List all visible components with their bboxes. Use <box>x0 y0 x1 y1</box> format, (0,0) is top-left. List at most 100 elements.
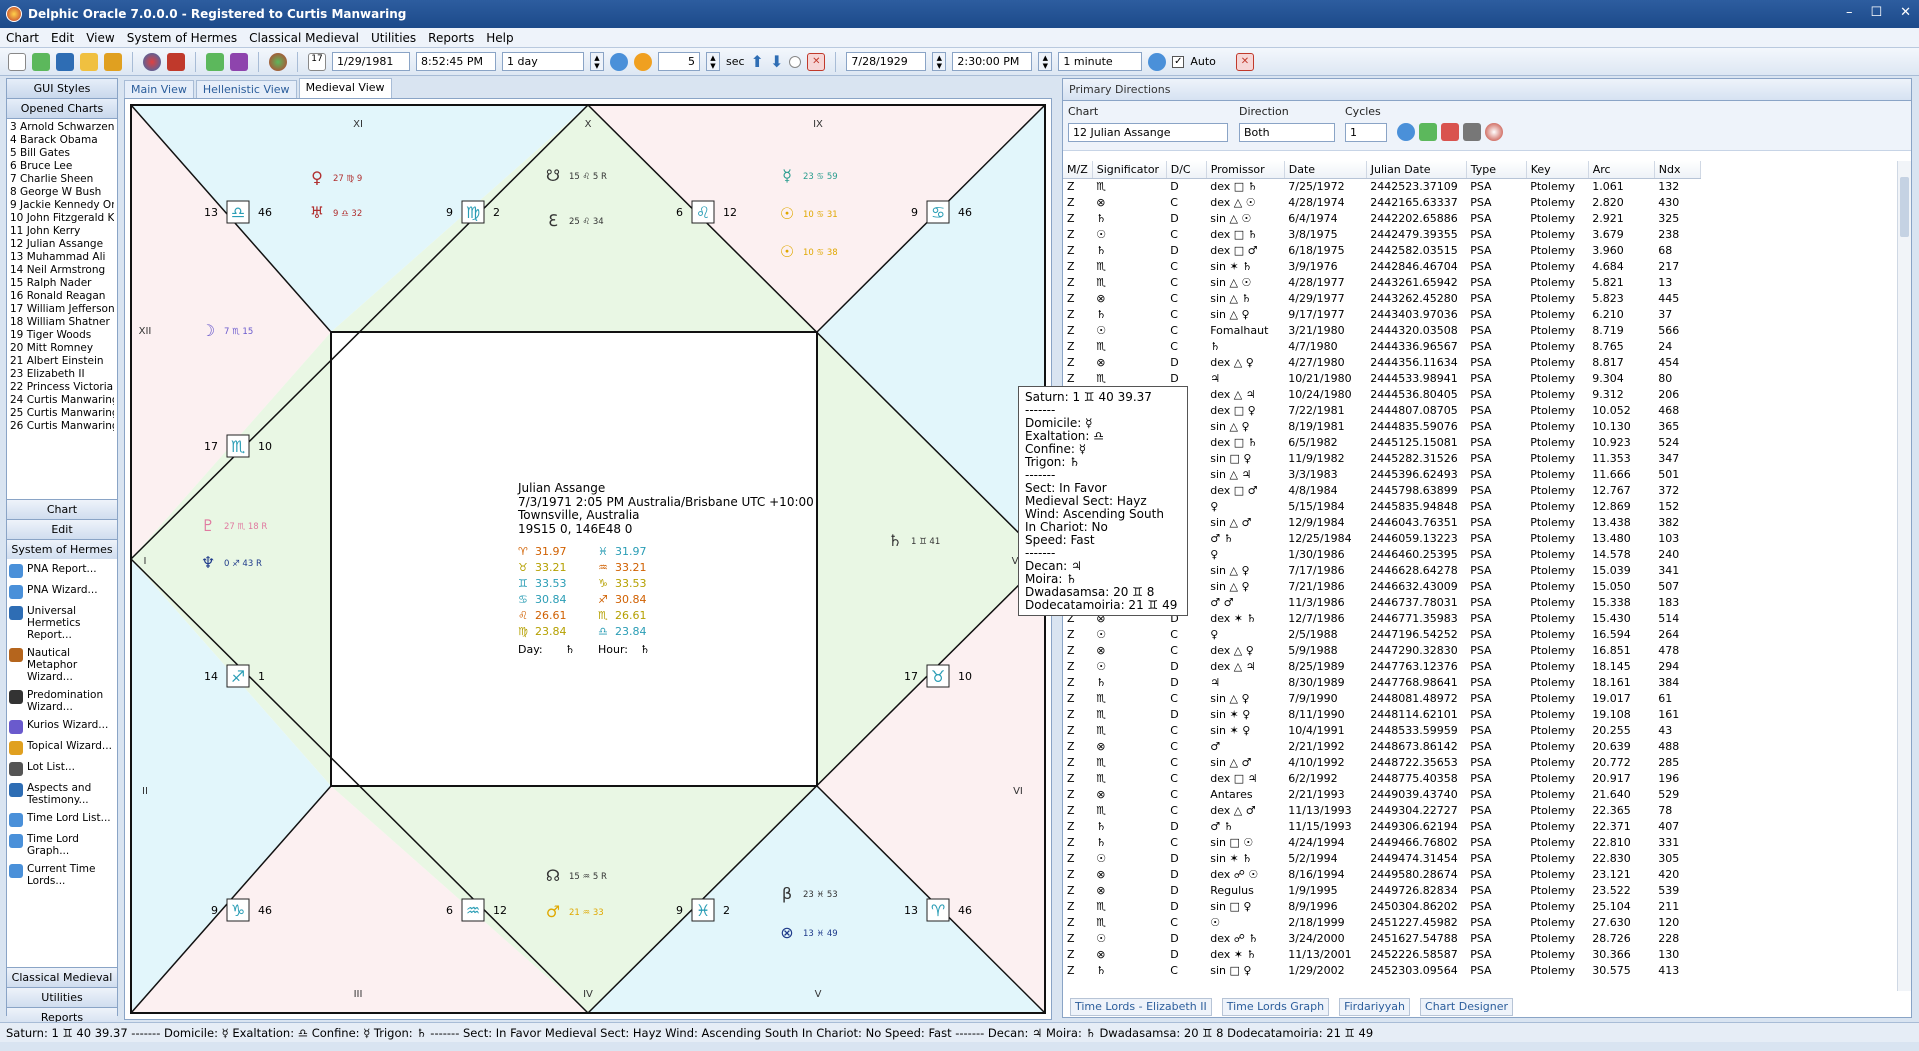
stop-icon[interactable] <box>789 55 802 68</box>
table-row[interactable]: Z ⊗ Ddex △ ♀ 4/27/1980 2444356.11634 PSA Ptole… <box>1063 354 1700 370</box>
column-header[interactable]: Date <box>1284 161 1367 179</box>
nav-utilities[interactable]: Utilities <box>7 987 117 1007</box>
chart-list-item[interactable]: 16 Ronald Reagan <box>10 290 114 303</box>
cycles-input[interactable]: 1 <box>1345 123 1387 142</box>
tab-firdariyyah[interactable]: Firdariyyah <box>1339 998 1411 1016</box>
check-icon[interactable] <box>206 52 224 71</box>
hermes-tool-item[interactable]: Time Lord Graph... <box>9 833 115 857</box>
chart-list-item[interactable]: 3 Arnold Schwarzeneg <box>10 121 114 134</box>
menu-system-of-hermes[interactable]: System of Hermes <box>127 31 237 45</box>
nav-system-of-hermes[interactable]: System of Hermes <box>7 539 117 559</box>
tab-chart-designer[interactable]: Chart Designer <box>1420 998 1514 1016</box>
arrow-up-icon[interactable]: ⬆ <box>751 52 764 71</box>
table-row[interactable]: Z ⊗ Cdex △ ♀ 5/9/1988 2447290.32830 PSA Ptolem… <box>1063 642 1700 658</box>
calendar-icon[interactable] <box>167 52 185 71</box>
direction-select[interactable]: Both <box>1239 123 1335 142</box>
time-spinner-2[interactable]: ▲ ▼ <box>1038 52 1053 71</box>
table-row[interactable]: Z ♄ Ddex □ ♂ 6/18/1975 2442582.03515 PSA Ptole… <box>1063 242 1700 258</box>
hermes-tool-item[interactable]: PNA Report... <box>9 563 115 578</box>
chart-list-item[interactable]: 22 Princess Victoria <box>10 381 114 394</box>
chart-list-item[interactable]: 11 John Kerry <box>10 225 114 238</box>
chart-list-item[interactable]: 15 Ralph Nader <box>10 277 114 290</box>
hermes-tool-item[interactable]: Time Lord List... <box>9 812 115 827</box>
table-row[interactable]: Z ♄ Csin □ ♀ 1/29/2002 2452303.09564 PSA Ptole… <box>1063 962 1700 978</box>
table-row[interactable]: Z ♏ Cdex △ ♂ 11/13/1993 2449304.22727 PSA Ptol… <box>1063 802 1700 818</box>
chart-list-item[interactable]: 4 Barack Obama <box>10 134 114 147</box>
table-row[interactable]: Z ♏ Csin ✶ ♀ 10/4/1991 2448533.59959 PSA Ptole… <box>1063 722 1700 738</box>
chart-list-item[interactable]: 21 Albert Einstein <box>10 355 114 368</box>
tab-time-lords-graph[interactable]: Time Lords Graph <box>1221 998 1330 1016</box>
table-row[interactable]: Z ⊗ C ♂ 2/21/1992 2448673.86142 PSA Ptolemy 20.6… <box>1063 738 1700 754</box>
refresh-icon[interactable] <box>1397 123 1415 141</box>
refresh-icon[interactable] <box>610 52 628 71</box>
tab-medieval-view[interactable]: Medieval View <box>298 78 392 98</box>
minimize-icon[interactable]: – <box>1846 5 1853 20</box>
hermes-tool-item[interactable]: Kurios Wizard... <box>9 719 115 734</box>
chart-wheel-icon[interactable] <box>143 52 161 71</box>
hermes-tool-item[interactable]: Topical Wizard... <box>9 740 115 755</box>
table-row[interactable]: Z ♏ Csin △ ♂ 4/10/1992 2448722.35653 PSA Ptole… <box>1063 754 1700 770</box>
column-header[interactable]: Promissor <box>1206 161 1285 179</box>
tab-main-view[interactable]: Main View <box>124 80 194 98</box>
menu-chart[interactable]: Chart <box>6 31 39 45</box>
gui-styles-header[interactable]: GUI Styles <box>7 79 117 99</box>
table-row[interactable]: Z ♏ Dsin ✶ ♀ 8/11/1990 2448114.62101 PSA Ptole… <box>1063 706 1700 722</box>
chart-list-item[interactable]: 20 Mitt Romney <box>10 342 114 355</box>
column-header[interactable]: Julian Date <box>1366 161 1467 179</box>
hermes-tool-item[interactable]: Aspects and Testimony... <box>9 782 115 806</box>
chart-list-item[interactable]: 8 George W Bush <box>10 186 114 199</box>
chart-select[interactable]: 12 Julian Assange <box>1068 123 1228 142</box>
nav-chart[interactable]: Chart <box>7 499 117 519</box>
table-row[interactable]: Z ⊗ Csin △ ♄ 4/29/1977 2443262.45280 PSA Ptole… <box>1063 290 1700 306</box>
menu-utilities[interactable]: Utilities <box>371 31 416 45</box>
step-select-1[interactable]: 1 day <box>502 52 584 71</box>
scroll-thumb[interactable] <box>1900 177 1909 237</box>
chart-list-item[interactable]: 24 Curtis Manwaring <box>10 394 114 407</box>
date-input-2[interactable]: 7/28/1929 <box>846 52 927 71</box>
tab-hellenistic-view[interactable]: Hellenistic View <box>195 80 297 98</box>
table-row[interactable]: Z ⊗ Ddex ✶ ♄ 11/13/2001 2452226.58587 PSA Ptol… <box>1063 946 1700 962</box>
column-header[interactable]: Ndx <box>1654 161 1701 179</box>
hermes-tool-item[interactable]: Lot List... <box>9 761 115 776</box>
arrow-down-icon[interactable]: ⬇ <box>770 52 783 71</box>
cancel-icon[interactable]: ✕ <box>807 52 826 71</box>
date-spinner-2[interactable]: ▲ ▼ <box>932 52 947 71</box>
excel-icon[interactable] <box>1419 123 1437 141</box>
chart-list-item[interactable]: 19 Tiger Woods <box>10 329 114 342</box>
compare-icon[interactable] <box>230 52 248 71</box>
close-icon[interactable]: ✕ <box>1900 5 1911 20</box>
chart-list-item[interactable]: 5 Bill Gates <box>10 147 114 160</box>
column-header[interactable]: Type <box>1466 161 1527 179</box>
vertical-scrollbar[interactable] <box>1897 161 1911 991</box>
chart-list-item[interactable]: 25 Curtis Manwaring L <box>10 407 114 420</box>
table-row[interactable]: Z ♏ D ♃ 10/21/1980 2444533.98941 PSA Ptolemy 9.3… <box>1063 370 1700 386</box>
chart-list-item[interactable]: 26 Curtis Manwaring L <box>10 420 114 433</box>
new-chart-icon[interactable] <box>8 52 26 71</box>
save-icon[interactable] <box>56 52 74 71</box>
tab-time-lords[interactable]: Time Lords - Elizabeth II <box>1070 998 1212 1016</box>
print-icon[interactable] <box>1463 123 1481 141</box>
table-row[interactable]: Z ♏ Cdex □ ♃ 6/2/1992 2448775.40358 PSA Ptolem… <box>1063 770 1700 786</box>
step-select-2[interactable]: 1 minute <box>1058 52 1143 71</box>
table-row[interactable]: Z ☉ C Fomalhaut 3/21/1980 2444320.03508 PSA Pto… <box>1063 322 1700 338</box>
table-row[interactable]: Z ☉ C ♀ 2/5/1988 2447196.54252 PSA Ptolemy 16.59… <box>1063 626 1700 642</box>
table-row[interactable]: Z ☉ Ddex △ ♃ 8/25/1989 2447763.12376 PSA Ptole… <box>1063 658 1700 674</box>
menu-reports[interactable]: Reports <box>428 31 474 45</box>
pdf-icon[interactable] <box>1441 123 1459 141</box>
table-row[interactable]: Z ⊗ C Antares 2/21/1993 2449039.43740 PSA Ptole… <box>1063 786 1700 802</box>
chart-list-item[interactable]: 9 Jackie Kennedy Ona <box>10 199 114 212</box>
table-row[interactable]: Z ☉ Cdex □ ♄ 3/8/1975 2442479.39355 PSA Ptolem… <box>1063 226 1700 242</box>
column-header[interactable]: Arc <box>1588 161 1655 179</box>
chart-list-item[interactable]: 23 Elizabeth II <box>10 368 114 381</box>
hermes-tool-item[interactable]: Current Time Lords... <box>9 863 115 887</box>
open-chart-icon[interactable] <box>32 52 50 71</box>
column-header[interactable]: Significator <box>1092 161 1167 179</box>
clock-icon[interactable] <box>634 52 652 71</box>
menu-classical-medieval[interactable]: Classical Medieval <box>249 31 359 45</box>
menu-help[interactable]: Help <box>486 31 513 45</box>
table-row[interactable]: Z ♄ D ♂ ♄ 11/15/1993 2449306.62194 PSA Ptolemy 2… <box>1063 818 1700 834</box>
chart-list-item[interactable]: 6 Bruce Lee <box>10 160 114 173</box>
nav-edit[interactable]: Edit <box>7 519 117 539</box>
seconds-spinner[interactable]: ▲ ▼ <box>706 52 720 71</box>
opened-charts-header[interactable]: Opened Charts <box>7 99 117 119</box>
